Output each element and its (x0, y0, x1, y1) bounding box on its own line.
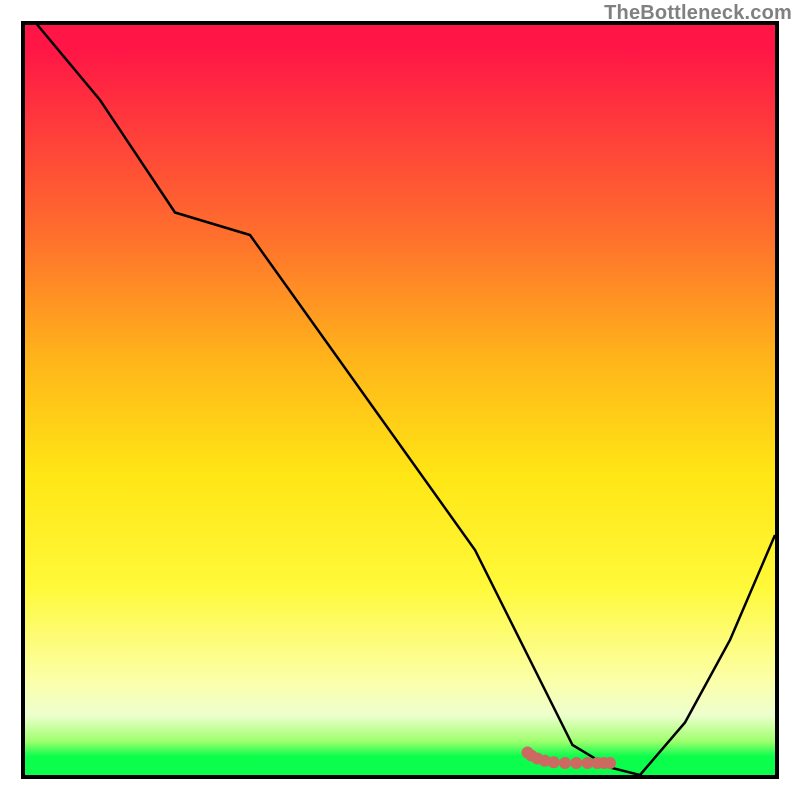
chart-container: TheBottleneck.com (0, 0, 800, 800)
plot-area (21, 21, 779, 779)
highlight-dots (522, 747, 617, 770)
curve-layer (25, 25, 775, 775)
bottleneck-curve (25, 25, 775, 775)
